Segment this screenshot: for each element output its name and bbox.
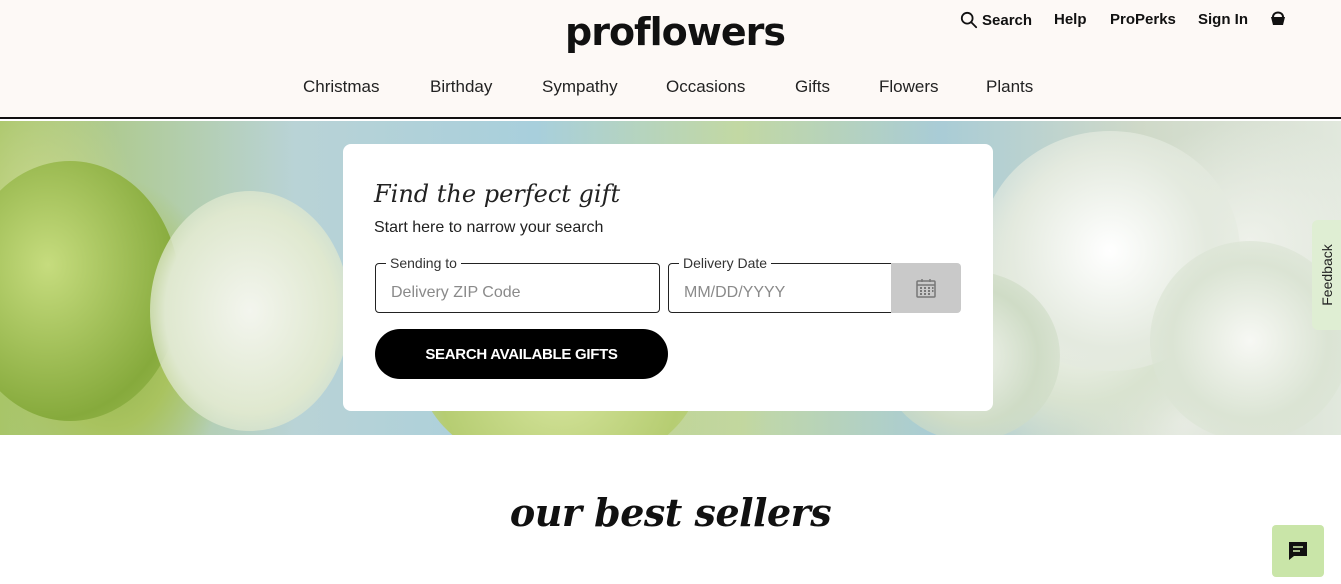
nav-item-flowers[interactable]: Flowers [879, 77, 939, 97]
search-link[interactable]: Search [960, 11, 1032, 29]
zip-label: Sending to [386, 255, 461, 271]
site-header: proflowers Search Help ProPerks Sign In … [0, 0, 1341, 119]
nav-item-christmas[interactable]: Christmas [303, 77, 380, 97]
feedback-label: Feedback [1318, 244, 1335, 306]
card-subtitle: Start here to narrow your search [374, 219, 604, 236]
sign-in-link[interactable]: Sign In [1198, 11, 1248, 28]
nav-item-gifts[interactable]: Gifts [795, 77, 830, 97]
cart-button[interactable] [1268, 8, 1288, 28]
search-available-gifts-button[interactable]: SEARCH AVAILABLE GIFTS [375, 329, 668, 379]
card-title: Find the perfect gift [374, 180, 621, 208]
nav-item-birthday[interactable]: Birthday [430, 77, 492, 97]
best-sellers-heading: our best sellers [509, 490, 832, 535]
basket-icon [1271, 11, 1285, 25]
date-input[interactable] [669, 264, 892, 312]
chat-icon [1289, 542, 1307, 560]
feedback-tab[interactable]: Feedback [1312, 220, 1341, 330]
logo[interactable]: proflowers [565, 10, 786, 54]
search-link-label: Search [982, 11, 1033, 29]
help-link[interactable]: Help [1054, 11, 1087, 28]
nav-item-sympathy[interactable]: Sympathy [542, 77, 618, 97]
main-nav: Christmas Birthday Sympathy Occasions Gi… [0, 77, 1341, 99]
date-label: Delivery Date [679, 255, 772, 271]
calendar-button[interactable] [891, 263, 961, 313]
zip-input[interactable] [376, 264, 659, 312]
chat-button[interactable] [1272, 525, 1324, 577]
calendar-icon [916, 279, 936, 298]
gift-search-card: Find the perfect gift Start here to narr… [343, 144, 993, 411]
zip-field: Sending to [375, 255, 660, 313]
date-field: Delivery Date [668, 255, 893, 313]
nav-item-occasions[interactable]: Occasions [666, 77, 745, 97]
nav-item-plants[interactable]: Plants [986, 77, 1033, 97]
search-icon [960, 11, 978, 29]
hero-petal [150, 191, 350, 431]
properks-link[interactable]: ProPerks [1110, 11, 1176, 28]
